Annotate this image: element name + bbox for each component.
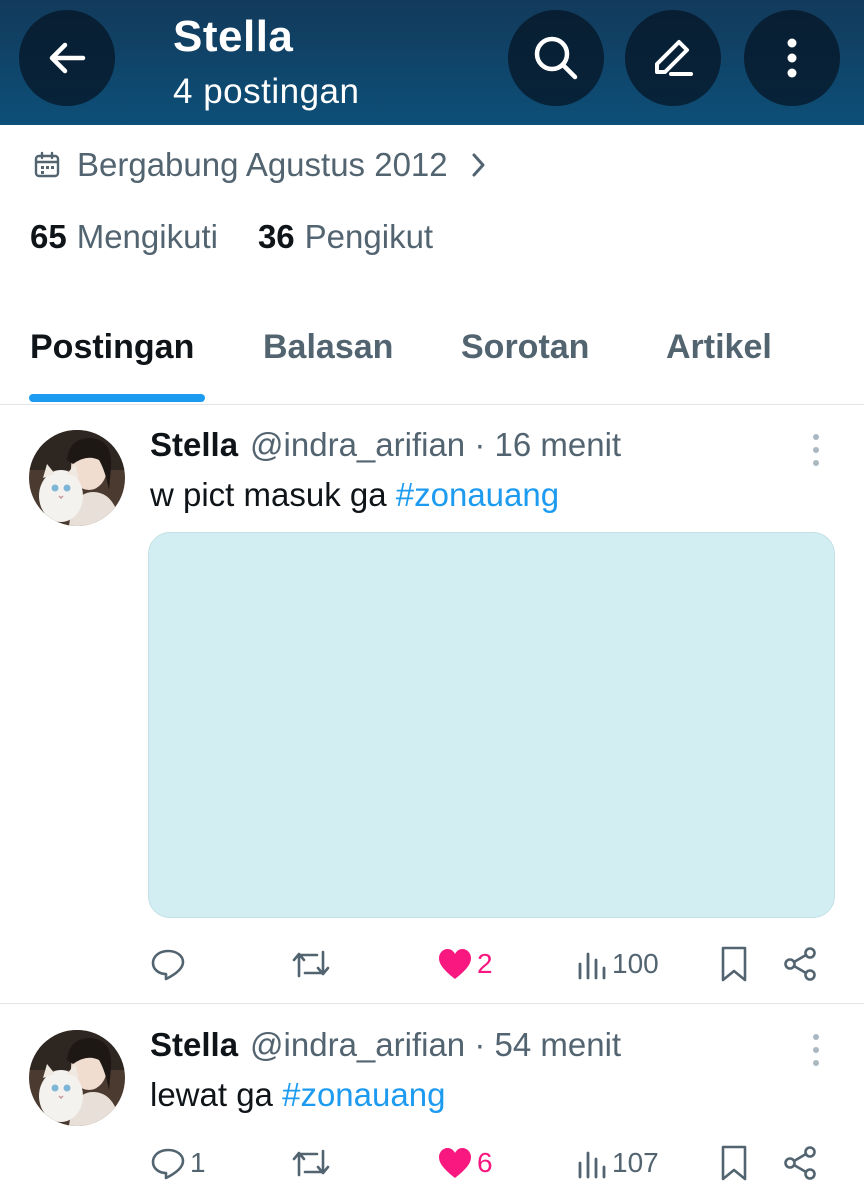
- search-icon: [534, 36, 578, 80]
- follow-stats: 65 Mengikuti 36 Pengikut: [30, 218, 433, 256]
- reply-icon: [151, 1148, 185, 1180]
- following-count: 65: [30, 218, 67, 255]
- calendar-icon: [34, 151, 60, 178]
- author-handle[interactable]: @indra_arifian: [250, 426, 465, 463]
- post-item[interactable]: Stella @indra_arifian · 16 menit w pict m…: [0, 406, 864, 1004]
- post-count-subtitle: 4 postingan: [173, 72, 360, 111]
- top-app-bar: Stella 4 postingan: [0, 0, 864, 125]
- post-more-button[interactable]: [806, 1034, 826, 1068]
- followers-link[interactable]: 36 Pengikut: [258, 218, 433, 256]
- arrow-left-icon: [49, 42, 86, 74]
- views-count: 107: [612, 1147, 659, 1178]
- reply-button[interactable]: 1: [150, 1141, 206, 1185]
- share-button[interactable]: [782, 942, 818, 986]
- like-count: 2: [477, 948, 493, 979]
- followers-count: 36: [257, 218, 295, 255]
- avatar[interactable]: [29, 430, 125, 526]
- share-icon: [784, 1146, 816, 1180]
- post-time: · 16 menit: [474, 426, 622, 463]
- repost-button[interactable]: [291, 1141, 331, 1185]
- more-vertical-icon: [787, 38, 797, 78]
- tab-postingan[interactable]: Postingan: [30, 328, 194, 367]
- joined-date-text: Bergabung Agustus 2012: [77, 146, 448, 183]
- tab-balasan[interactable]: Balasan: [263, 328, 393, 367]
- post-more-button[interactable]: [806, 434, 826, 468]
- post-text: w pict masuk ga #zonauang: [150, 476, 559, 514]
- active-tab-indicator: [29, 394, 205, 402]
- bookmark-icon: [721, 946, 747, 982]
- views-button[interactable]: 100: [576, 942, 659, 986]
- analytics-icon: [578, 952, 606, 980]
- post-header: Stella @indra_arifian · 16 menit: [150, 426, 621, 464]
- joined-date-row[interactable]: Bergabung Agustus 2012: [33, 143, 488, 187]
- like-button[interactable]: 6: [437, 1141, 493, 1185]
- repost-button[interactable]: [291, 942, 331, 986]
- post-actions: 2 100: [0, 942, 864, 986]
- views-count: 100: [612, 948, 659, 979]
- bookmark-icon: [721, 1145, 747, 1181]
- share-button[interactable]: [782, 1141, 818, 1185]
- like-button[interactable]: 2: [437, 942, 493, 986]
- views-button[interactable]: 107: [576, 1141, 659, 1185]
- avatar[interactable]: [29, 1030, 125, 1126]
- bookmark-button[interactable]: [718, 1141, 750, 1185]
- hashtag-link[interactable]: #zonauang: [396, 476, 559, 513]
- more-options-button[interactable]: [744, 10, 840, 106]
- following-link[interactable]: 65 Mengikuti: [30, 218, 218, 256]
- reply-button[interactable]: [150, 942, 190, 986]
- profile-tabs: Postingan Balasan Sorotan Artikel: [0, 300, 864, 405]
- heart-filled-icon: [439, 1148, 471, 1178]
- post-header: Stella @indra_arifian · 54 menit: [150, 1026, 621, 1064]
- heart-filled-icon: [439, 949, 471, 979]
- post-time: · 54 menit: [474, 1026, 622, 1063]
- post-body: lewat ga: [150, 1076, 283, 1113]
- back-button[interactable]: [19, 10, 115, 106]
- tab-sorotan[interactable]: Sorotan: [461, 328, 589, 367]
- author-handle[interactable]: @indra_arifian: [250, 1026, 465, 1063]
- reply-icon: [151, 949, 185, 981]
- bookmark-button[interactable]: [718, 942, 750, 986]
- author-name[interactable]: Stella: [150, 426, 238, 463]
- followers-label: Pengikut: [304, 218, 434, 255]
- tab-artikel[interactable]: Artikel: [666, 328, 772, 367]
- reply-count: 1: [190, 1147, 206, 1178]
- pencil-icon: [655, 40, 693, 76]
- following-label: Mengikuti: [76, 218, 218, 255]
- repost-icon: [292, 950, 330, 978]
- edit-button[interactable]: [625, 10, 721, 106]
- post-text: lewat ga #zonauang: [150, 1076, 445, 1114]
- author-name[interactable]: Stella: [150, 1026, 238, 1063]
- search-button[interactable]: [508, 10, 604, 106]
- repost-icon: [292, 1149, 330, 1177]
- post-media[interactable]: [148, 532, 835, 918]
- post-body: w pict masuk ga: [150, 476, 396, 513]
- post-actions: 1 6 107: [0, 1141, 864, 1185]
- post-item[interactable]: Stella @indra_arifian · 54 menit lewat ga…: [0, 1006, 864, 1200]
- profile-name-title: Stella: [173, 12, 294, 61]
- chevron-right-icon: [472, 153, 485, 177]
- hashtag-link[interactable]: #zonauang: [282, 1076, 445, 1113]
- like-count: 6: [477, 1147, 493, 1178]
- share-icon: [784, 947, 816, 981]
- analytics-icon: [578, 1151, 606, 1179]
